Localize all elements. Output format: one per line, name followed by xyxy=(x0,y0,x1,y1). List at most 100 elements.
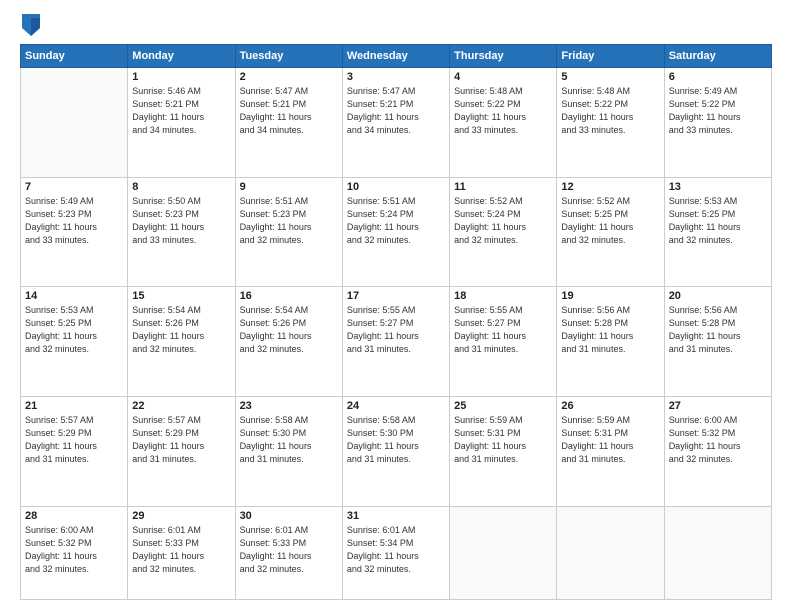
calendar-weekday-monday: Monday xyxy=(128,45,235,68)
day-number: 30 xyxy=(240,510,338,522)
logo xyxy=(20,18,40,36)
calendar-cell: 27 Sunrise: 6:00 AM Sunset: 5:32 PM Dayli… xyxy=(664,396,771,506)
calendar-cell: 30 Sunrise: 6:01 AM Sunset: 5:33 PM Dayli… xyxy=(235,506,342,600)
page: SundayMondayTuesdayWednesdayThursdayFrid… xyxy=(0,0,792,612)
day-info: Sunrise: 5:52 AM Sunset: 5:25 PM Dayligh… xyxy=(561,195,659,247)
day-number: 16 xyxy=(240,290,338,302)
day-number: 2 xyxy=(240,71,338,83)
day-info: Sunrise: 5:57 AM Sunset: 5:29 PM Dayligh… xyxy=(25,414,123,466)
day-info: Sunrise: 6:01 AM Sunset: 5:34 PM Dayligh… xyxy=(347,524,445,576)
day-info: Sunrise: 5:58 AM Sunset: 5:30 PM Dayligh… xyxy=(240,414,338,466)
day-number: 23 xyxy=(240,400,338,412)
day-info: Sunrise: 5:55 AM Sunset: 5:27 PM Dayligh… xyxy=(347,304,445,356)
day-number: 28 xyxy=(25,510,123,522)
calendar-cell: 7 Sunrise: 5:49 AM Sunset: 5:23 PM Daylig… xyxy=(21,177,128,287)
calendar-cell: 29 Sunrise: 6:01 AM Sunset: 5:33 PM Dayli… xyxy=(128,506,235,600)
calendar-weekday-wednesday: Wednesday xyxy=(342,45,449,68)
day-info: Sunrise: 5:52 AM Sunset: 5:24 PM Dayligh… xyxy=(454,195,552,247)
calendar-cell: 15 Sunrise: 5:54 AM Sunset: 5:26 PM Dayli… xyxy=(128,287,235,397)
day-info: Sunrise: 5:58 AM Sunset: 5:30 PM Dayligh… xyxy=(347,414,445,466)
calendar-week-row-1: 1Sunrise: 5:46 AM Sunset: 5:21 PM Daylig… xyxy=(21,68,772,178)
calendar-cell: 4 Sunrise: 5:48 AM Sunset: 5:22 PM Daylig… xyxy=(450,68,557,178)
calendar-cell: 13 Sunrise: 5:53 AM Sunset: 5:25 PM Dayli… xyxy=(664,177,771,287)
calendar-cell: 8 Sunrise: 5:50 AM Sunset: 5:23 PM Daylig… xyxy=(128,177,235,287)
calendar-weekday-friday: Friday xyxy=(557,45,664,68)
day-number: 19 xyxy=(561,290,659,302)
calendar-cell: 11 Sunrise: 5:52 AM Sunset: 5:24 PM Dayli… xyxy=(450,177,557,287)
calendar-cell xyxy=(21,68,128,178)
day-info: Sunrise: 5:59 AM Sunset: 5:31 PM Dayligh… xyxy=(454,414,552,466)
day-info: Sunrise: 5:54 AM Sunset: 5:26 PM Dayligh… xyxy=(132,304,230,356)
calendar-cell: 28 Sunrise: 6:00 AM Sunset: 5:32 PM Dayli… xyxy=(21,506,128,600)
day-info: Sunrise: 6:01 AM Sunset: 5:33 PM Dayligh… xyxy=(240,524,338,576)
day-number: 26 xyxy=(561,400,659,412)
day-number: 14 xyxy=(25,290,123,302)
day-number: 6 xyxy=(669,71,767,83)
day-number: 10 xyxy=(347,181,445,193)
day-info: Sunrise: 5:48 AM Sunset: 5:22 PM Dayligh… xyxy=(561,85,659,137)
day-number: 17 xyxy=(347,290,445,302)
logo-icon xyxy=(22,14,40,36)
calendar-cell: 23 Sunrise: 5:58 AM Sunset: 5:30 PM Dayli… xyxy=(235,396,342,506)
calendar-table: SundayMondayTuesdayWednesdayThursdayFrid… xyxy=(20,44,772,600)
calendar-cell: 25 Sunrise: 5:59 AM Sunset: 5:31 PM Dayli… xyxy=(450,396,557,506)
calendar-cell: 26Sunrise: 5:59 AM Sunset: 5:31 PM Dayli… xyxy=(557,396,664,506)
day-info: Sunrise: 5:51 AM Sunset: 5:24 PM Dayligh… xyxy=(347,195,445,247)
calendar-cell: 1Sunrise: 5:46 AM Sunset: 5:21 PM Daylig… xyxy=(128,68,235,178)
day-number: 20 xyxy=(669,290,767,302)
day-info: Sunrise: 5:56 AM Sunset: 5:28 PM Dayligh… xyxy=(669,304,767,356)
day-number: 13 xyxy=(669,181,767,193)
day-info: Sunrise: 5:56 AM Sunset: 5:28 PM Dayligh… xyxy=(561,304,659,356)
calendar-cell: 17 Sunrise: 5:55 AM Sunset: 5:27 PM Dayli… xyxy=(342,287,449,397)
day-number: 31 xyxy=(347,510,445,522)
day-number: 4 xyxy=(454,71,552,83)
day-number: 22 xyxy=(132,400,230,412)
day-info: Sunrise: 5:46 AM Sunset: 5:21 PM Dayligh… xyxy=(132,85,230,137)
day-info: Sunrise: 5:55 AM Sunset: 5:27 PM Dayligh… xyxy=(454,304,552,356)
day-number: 9 xyxy=(240,181,338,193)
calendar-cell xyxy=(450,506,557,600)
calendar-cell: 10 Sunrise: 5:51 AM Sunset: 5:24 PM Dayli… xyxy=(342,177,449,287)
calendar-header-row: SundayMondayTuesdayWednesdayThursdayFrid… xyxy=(21,45,772,68)
day-info: Sunrise: 5:49 AM Sunset: 5:22 PM Dayligh… xyxy=(669,85,767,137)
day-info: Sunrise: 5:49 AM Sunset: 5:23 PM Dayligh… xyxy=(25,195,123,247)
day-number: 7 xyxy=(25,181,123,193)
calendar-cell: 18 Sunrise: 5:55 AM Sunset: 5:27 PM Dayli… xyxy=(450,287,557,397)
calendar-cell: 21 Sunrise: 5:57 AM Sunset: 5:29 PM Dayli… xyxy=(21,396,128,506)
day-number: 27 xyxy=(669,400,767,412)
day-info: Sunrise: 5:47 AM Sunset: 5:21 PM Dayligh… xyxy=(240,85,338,137)
day-info: Sunrise: 5:47 AM Sunset: 5:21 PM Dayligh… xyxy=(347,85,445,137)
calendar-cell: 6 Sunrise: 5:49 AM Sunset: 5:22 PM Daylig… xyxy=(664,68,771,178)
day-number: 11 xyxy=(454,181,552,193)
calendar-cell: 22Sunrise: 5:57 AM Sunset: 5:29 PM Dayli… xyxy=(128,396,235,506)
day-number: 29 xyxy=(132,510,230,522)
day-number: 21 xyxy=(25,400,123,412)
calendar-cell: 19 Sunrise: 5:56 AM Sunset: 5:28 PM Dayli… xyxy=(557,287,664,397)
day-number: 18 xyxy=(454,290,552,302)
day-number: 15 xyxy=(132,290,230,302)
calendar-cell: 9Sunrise: 5:51 AM Sunset: 5:23 PM Daylig… xyxy=(235,177,342,287)
calendar-week-row-3: 14Sunrise: 5:53 AM Sunset: 5:25 PM Dayli… xyxy=(21,287,772,397)
day-number: 5 xyxy=(561,71,659,83)
calendar-cell xyxy=(664,506,771,600)
day-info: Sunrise: 5:53 AM Sunset: 5:25 PM Dayligh… xyxy=(669,195,767,247)
day-info: Sunrise: 5:50 AM Sunset: 5:23 PM Dayligh… xyxy=(132,195,230,247)
calendar-cell: 20 Sunrise: 5:56 AM Sunset: 5:28 PM Dayli… xyxy=(664,287,771,397)
day-info: Sunrise: 6:01 AM Sunset: 5:33 PM Dayligh… xyxy=(132,524,230,576)
calendar-cell: 2 Sunrise: 5:47 AM Sunset: 5:21 PM Daylig… xyxy=(235,68,342,178)
day-number: 12 xyxy=(561,181,659,193)
calendar-cell: 12 Sunrise: 5:52 AM Sunset: 5:25 PM Dayli… xyxy=(557,177,664,287)
calendar-week-row-2: 7 Sunrise: 5:49 AM Sunset: 5:23 PM Daylig… xyxy=(21,177,772,287)
day-number: 25 xyxy=(454,400,552,412)
day-number: 3 xyxy=(347,71,445,83)
calendar-weekday-saturday: Saturday xyxy=(664,45,771,68)
calendar-week-row-5: 28 Sunrise: 6:00 AM Sunset: 5:32 PM Dayli… xyxy=(21,506,772,600)
day-info: Sunrise: 6:00 AM Sunset: 5:32 PM Dayligh… xyxy=(669,414,767,466)
calendar-cell: 31 Sunrise: 6:01 AM Sunset: 5:34 PM Dayli… xyxy=(342,506,449,600)
day-number: 8 xyxy=(132,181,230,193)
day-info: Sunrise: 6:00 AM Sunset: 5:32 PM Dayligh… xyxy=(25,524,123,576)
calendar-week-row-4: 21 Sunrise: 5:57 AM Sunset: 5:29 PM Dayli… xyxy=(21,396,772,506)
calendar-weekday-tuesday: Tuesday xyxy=(235,45,342,68)
day-info: Sunrise: 5:48 AM Sunset: 5:22 PM Dayligh… xyxy=(454,85,552,137)
day-info: Sunrise: 5:54 AM Sunset: 5:26 PM Dayligh… xyxy=(240,304,338,356)
